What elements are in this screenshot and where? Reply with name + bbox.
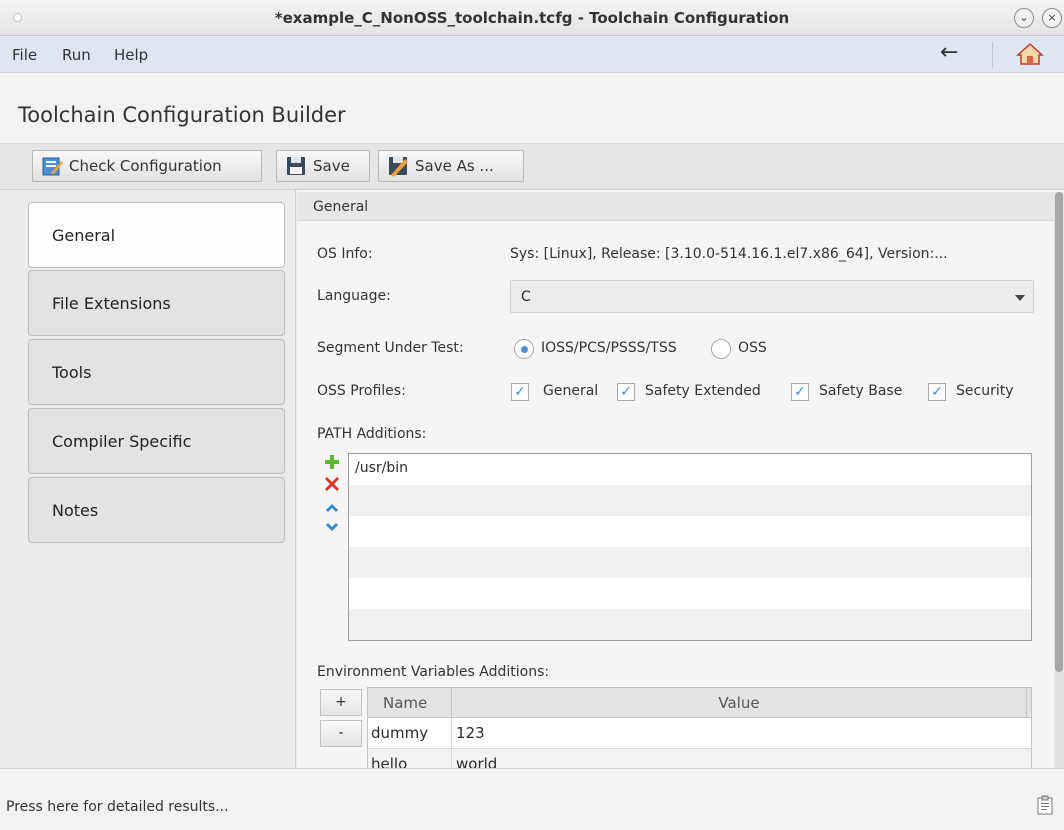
title-bar: *example_C_NonOSS_toolchain.tcfg - Toolc…: [0, 0, 1064, 36]
status-text[interactable]: Press here for detailed results...: [6, 799, 229, 815]
toolbar: Check Configuration Save Save As ...: [0, 144, 1064, 190]
page-heading: Toolchain Configuration Builder: [0, 73, 1064, 144]
window-title: *example_C_NonOSS_toolchain.tcfg - Toolc…: [274, 9, 790, 27]
tab-notes[interactable]: Notes: [28, 477, 285, 543]
path-list[interactable]: /usr/bin: [348, 453, 1032, 641]
page-title: Toolchain Configuration Builder: [18, 103, 346, 127]
path-additions-label: PATH Additions:: [317, 426, 427, 442]
add-path-icon[interactable]: [324, 454, 340, 470]
tab-file-extensions[interactable]: File Extensions: [28, 270, 285, 336]
env-table: Name Value dummy 123 hello world: [367, 687, 1032, 768]
clipboard-icon[interactable]: [1037, 795, 1053, 815]
language-label: Language:: [317, 288, 391, 304]
env-row-value: 123: [456, 724, 485, 742]
tab-compiler-specific-label: Compiler Specific: [52, 431, 192, 451]
menu-separator: [992, 42, 993, 68]
close-button[interactable]: ×: [1042, 8, 1062, 28]
menu-bar: File Run Help ←: [0, 36, 1064, 73]
segment-label: Segment Under Test:: [317, 340, 464, 356]
tab-tools-label: Tools: [52, 362, 92, 382]
env-additions-label: Environment Variables Additions:: [317, 664, 550, 680]
env-row-name-cell: dummy: [368, 718, 452, 748]
segment-option-ioss-label: IOSS/PCS/PSSS/TSS: [541, 340, 677, 356]
os-info-value: Sys: [Linux], Release: [3.10.0-514.16.1.…: [510, 246, 948, 262]
profile-general-checkbox[interactable]: ✓: [511, 383, 529, 401]
profile-safety-base-label: Safety Base: [819, 383, 903, 399]
chevron-up-icon[interactable]: [324, 499, 340, 515]
env-col-name-label: Name: [383, 694, 428, 712]
profile-safety-extended-checkbox[interactable]: ✓: [617, 383, 635, 401]
tab-notes-label: Notes: [52, 500, 99, 520]
tab-tools[interactable]: Tools: [28, 339, 285, 405]
language-select[interactable]: C: [510, 280, 1034, 313]
check-configuration-icon: [42, 157, 63, 176]
save-button[interactable]: Save: [276, 150, 370, 182]
segment-radio-ioss[interactable]: [514, 339, 534, 359]
add-env-button[interactable]: +: [320, 689, 362, 716]
profile-security-label: Security: [956, 383, 1014, 399]
profile-safety-extended-label: Safety Extended: [645, 383, 761, 399]
path-item-text: /usr/bin: [355, 460, 409, 476]
chevron-down-icon[interactable]: [324, 520, 340, 536]
side-tabs: General File Extensions Tools Compiler S…: [0, 190, 296, 768]
list-item-empty: [349, 485, 1031, 516]
list-item-empty: [349, 578, 1031, 609]
env-row-name: dummy: [371, 724, 429, 742]
os-info-label: OS Info:: [317, 246, 373, 262]
menu-run[interactable]: Run: [62, 46, 91, 64]
tab-general[interactable]: General: [28, 202, 285, 268]
env-col-name[interactable]: Name: [368, 688, 452, 719]
env-row-value: world: [456, 755, 498, 768]
list-item-empty: [349, 516, 1031, 547]
tab-general-label: General: [52, 225, 116, 245]
segment-radio-oss[interactable]: [711, 339, 731, 359]
menu-file[interactable]: File: [12, 46, 37, 64]
scrollbar-thumb[interactable]: [1055, 192, 1063, 672]
save-as-icon: [389, 157, 408, 177]
section-title: General: [313, 199, 369, 215]
remove-path-icon[interactable]: [324, 476, 340, 492]
home-icon[interactable]: [1016, 42, 1044, 66]
save-as-button[interactable]: Save As ...: [378, 150, 524, 182]
vertical-scrollbar[interactable]: [1054, 192, 1064, 768]
general-panel: General OS Info: Sys: [Linux], Release: …: [297, 190, 1064, 768]
check-configuration-label: Check Configuration: [69, 157, 222, 175]
menu-help[interactable]: Help: [114, 46, 148, 64]
profile-general-label: General: [543, 383, 599, 399]
table-row[interactable]: dummy 123: [367, 718, 1032, 749]
list-item-empty: [349, 547, 1031, 578]
check-configuration-button[interactable]: Check Configuration: [32, 150, 262, 182]
env-col-value[interactable]: Value: [452, 688, 1027, 719]
env-col-value-label: Value: [718, 694, 760, 712]
floppy-disk-icon: [287, 157, 305, 175]
profile-security-checkbox[interactable]: ✓: [928, 383, 946, 401]
minimize-button[interactable]: ⌄: [1014, 8, 1034, 28]
language-value: C: [521, 289, 531, 305]
oss-profiles-label: OSS Profiles:: [317, 383, 406, 399]
arrow-left-icon[interactable]: ←: [940, 40, 958, 65]
env-table-header: Name Value: [367, 687, 1032, 719]
env-row-name-cell: hello: [368, 749, 452, 768]
tab-file-extensions-label: File Extensions: [52, 293, 171, 313]
table-row[interactable]: hello world: [367, 749, 1032, 768]
status-bar[interactable]: Press here for detailed results...: [0, 768, 1064, 830]
list-item[interactable]: /usr/bin: [349, 454, 1031, 485]
list-item-empty: [349, 609, 1031, 640]
section-header: General: [297, 192, 1056, 221]
env-row-name: hello: [371, 755, 408, 768]
segment-option-oss-label: OSS: [738, 340, 767, 356]
save-label: Save: [313, 157, 350, 175]
chevron-down-icon: [1015, 295, 1025, 301]
tab-compiler-specific[interactable]: Compiler Specific: [28, 408, 285, 474]
save-as-label: Save As ...: [415, 157, 494, 175]
profile-safety-base-checkbox[interactable]: ✓: [791, 383, 809, 401]
remove-env-button[interactable]: -: [320, 720, 362, 747]
